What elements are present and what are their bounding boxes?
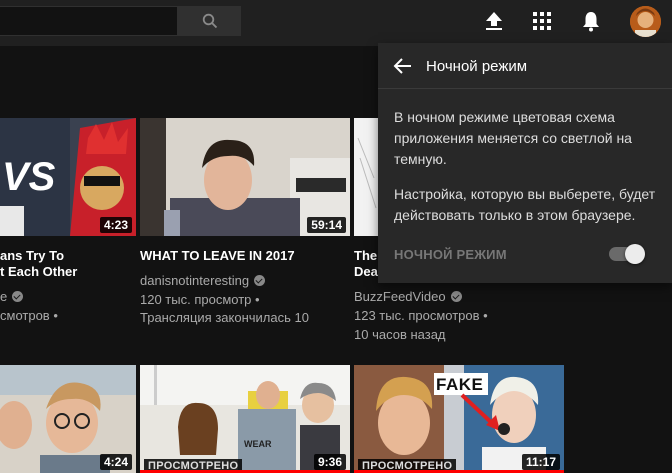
channel-name-text[interactable]: danisnotinteresting <box>140 273 249 288</box>
video-thumbnail[interactable]: VS 4:23 <box>0 118 136 236</box>
apps-button[interactable] <box>530 9 554 33</box>
verified-icon <box>450 291 462 302</box>
video-duration: 9:36 <box>313 454 346 470</box>
notifications-button[interactable] <box>579 9 603 33</box>
video-thumbnail[interactable]: FAKE ПРОСМОТРЕНО 11:17 <box>354 365 564 473</box>
video-duration: 4:23 <box>99 217 132 233</box>
svg-text:VS: VS <box>2 155 56 199</box>
view-count: 123 тыс. просмотров • <box>354 308 488 323</box>
video-duration: 59:14 <box>307 217 346 233</box>
video-title[interactable]: The <box>354 248 377 264</box>
upload-button[interactable] <box>482 9 506 33</box>
video-title-line2[interactable]: t Each Other <box>0 264 77 280</box>
svg-text:WEAR: WEAR <box>244 439 272 449</box>
dark-theme-description: В ночном режиме цветовая схема приложени… <box>394 109 632 167</box>
thumbnail-overlay-text: FAKE <box>436 375 484 394</box>
video-thumbnail[interactable]: 59:14 <box>140 118 350 236</box>
upload-age: 10 часов назад <box>354 327 446 342</box>
toggle-knob <box>625 244 645 264</box>
upload-age: Трансляция закончилась 10 <box>140 310 309 325</box>
apps-icon <box>533 12 551 30</box>
verified-icon <box>12 291 24 302</box>
thumbnail-image <box>354 118 378 236</box>
back-arrow-icon <box>393 58 411 74</box>
video-title[interactable]: ans Try To <box>0 248 64 264</box>
channel-name[interactable]: danisnotinteresting <box>140 271 266 290</box>
video-title[interactable]: WHAT TO LEAVE IN 2017 <box>140 248 295 264</box>
video-thumbnail[interactable] <box>354 118 378 236</box>
masthead <box>0 0 672 46</box>
search-input[interactable] <box>0 6 178 36</box>
channel-name-text[interactable]: BuzzFeedVideo <box>354 289 446 304</box>
channel-name-text[interactable]: e <box>0 289 7 304</box>
search-button[interactable] <box>178 6 241 36</box>
video-duration: 4:24 <box>99 454 132 470</box>
dark-theme-browser-note: Настройка, которую вы выберете, будет де… <box>394 186 656 223</box>
notifications-icon <box>583 11 599 31</box>
video-duration: 11:17 <box>521 454 560 470</box>
view-count: смотров • <box>0 308 58 323</box>
avatar-image <box>630 6 661 37</box>
dark-theme-menu-header: Ночной режим <box>378 43 672 89</box>
back-button[interactable] <box>391 54 415 78</box>
search-icon <box>202 13 217 29</box>
view-count: 120 тыс. просмотр • <box>140 292 260 307</box>
dark-theme-menu: Ночной режим В ночном режиме цветовая сх… <box>378 43 672 283</box>
channel-name[interactable]: e <box>0 287 24 306</box>
upload-icon <box>486 12 502 30</box>
dark-theme-title: Ночной режим <box>426 58 528 75</box>
dark-theme-toggle[interactable] <box>609 244 645 264</box>
video-thumbnail[interactable]: WEAR ПРОСМОТРЕНО 9:36 <box>140 365 350 473</box>
dark-theme-toggle-label: НОЧНОЙ РЕЖИМ <box>394 247 507 262</box>
verified-icon <box>254 275 266 286</box>
avatar[interactable] <box>630 6 661 37</box>
channel-name[interactable]: BuzzFeedVideo <box>354 287 462 306</box>
video-title-line2[interactable]: Dea <box>354 264 378 280</box>
video-thumbnail[interactable]: 4:24 <box>0 365 136 473</box>
